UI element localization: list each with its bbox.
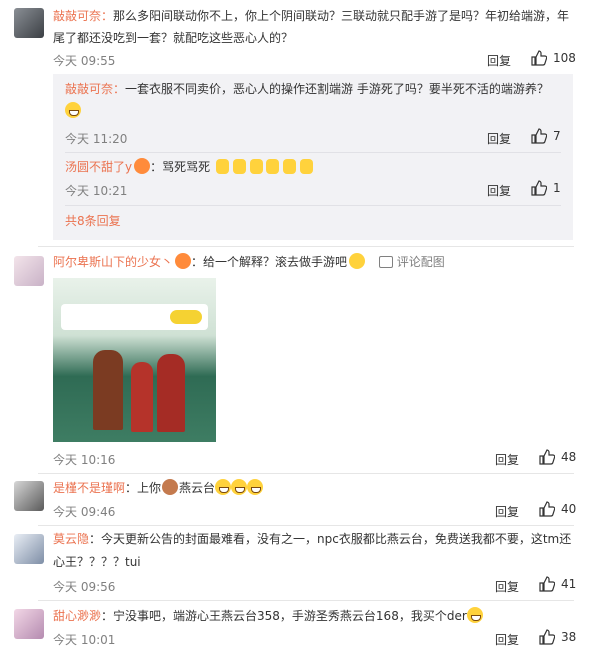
comment-picture-link[interactable]: 评论配图 (397, 255, 445, 269)
comment-text: 那么多阳间联动你不上，你上个阴间联动？三联动就只配手游了是吗？年初给端游，年尾了… (53, 9, 570, 45)
timestamp: 今天 10:16 (53, 453, 116, 467)
avatar[interactable] (14, 481, 44, 511)
comment-text: ：今天更新公告的封面最难看，没有之一，npc衣服都比燕云台，免费送我都不要，这t… (53, 532, 572, 569)
thumbs-up-icon (539, 576, 555, 592)
thumbs-up-icon (531, 128, 547, 144)
avatar[interactable] (14, 534, 44, 564)
comment-content: 莫云隐：今天更新公告的封面最难看，没有之一，npc衣服都比燕云台，免费送我都不要… (53, 528, 574, 574)
like-count: 40 (561, 502, 577, 516)
timestamp: 今天 10:21 (65, 184, 128, 198)
comment-content: 甜心渺渺：宁没事吧，端游心王燕云台358，手游圣秀燕云台168，我买个der (53, 605, 574, 627)
comment-content: 敲敲可奈：那么多阳间联动你不上，你上个阴间联动？三联动就只配手游了是吗？年初给端… (53, 5, 574, 49)
reply-button[interactable]: 回复 (495, 631, 519, 648)
like-count: 41 (561, 577, 577, 591)
divider (38, 473, 574, 474)
comment-meta: 今天 09:55 回复 108 (53, 48, 576, 70)
laugh-emoji-icon (466, 607, 483, 623)
user-name[interactable]: 是槿不是瑾啊 (53, 481, 125, 495)
comment-text: ：给一个解释？滚去做手游吧 (191, 255, 348, 269)
image-figure (93, 350, 123, 430)
smile-emoji-icon (349, 253, 366, 269)
picture-icon (378, 256, 393, 268)
comment-meta: 今天 10:01 回复 38 (53, 627, 576, 649)
avatar[interactable] (14, 609, 44, 639)
divider (38, 600, 574, 601)
avatar-emoji-icon (162, 479, 179, 495)
reply-box: 敲敲可奈：一套衣服不同卖价，恶心人的操作还割端游 手游死了吗？要半死不活的端游养… (53, 74, 573, 240)
user-name[interactable]: 甜心渺渺 (53, 609, 101, 623)
user-name[interactable]: 汤圆不甜了y (65, 160, 132, 174)
like-count: 7 (553, 129, 561, 143)
avatar[interactable] (14, 8, 44, 38)
sub-reply: 敲敲可奈：一套衣服不同卖价，恶心人的操作还割端游 手游死了吗？要半死不活的端游养… (65, 78, 561, 122)
vip-badge-icon (175, 253, 192, 269)
comment-content: 阿尔卑斯山下的少女丶 ：给一个解释？滚去做手游吧 评论配图 (53, 251, 574, 273)
like-button[interactable]: 40 (539, 501, 576, 517)
thumbs-emoji-icon (215, 159, 314, 174)
grin-emoji-icon (65, 102, 81, 118)
avatar[interactable] (14, 256, 44, 286)
reply-button[interactable]: 回复 (487, 182, 511, 199)
like-button[interactable]: 41 (539, 576, 576, 592)
more-replies-link[interactable]: 共8条回复 (65, 214, 121, 228)
thumbs-up-icon (539, 629, 555, 645)
thumbs-up-icon (539, 449, 555, 465)
more-replies: 共8条回复 (65, 212, 561, 229)
timestamp: 今天 09:46 (53, 505, 116, 519)
like-button[interactable]: 7 (531, 128, 561, 144)
divider (38, 525, 574, 526)
sub-reply: 汤圆不甜了y ：骂死骂死 (65, 156, 561, 178)
user-name[interactable]: 阿尔卑斯山下的少女丶 (53, 255, 173, 269)
like-button[interactable]: 38 (539, 629, 576, 645)
reply-button[interactable]: 回复 (487, 130, 511, 147)
comment-meta: 今天 09:56 回复 41 (53, 574, 576, 596)
thumbs-up-icon (531, 180, 547, 196)
user-name[interactable]: 莫云隐 (53, 532, 89, 546)
divider (65, 205, 561, 206)
comment-text: ：上你 (125, 481, 162, 495)
timestamp: 今天 10:01 (53, 633, 116, 647)
user-name[interactable]: 敲敲可奈： (65, 82, 125, 96)
divider (65, 152, 561, 153)
vip-badge-icon (134, 158, 151, 174)
like-count: 108 (553, 51, 576, 65)
like-count: 1 (553, 181, 561, 195)
thumbs-up-icon (539, 501, 555, 517)
timestamp: 今天 09:56 (53, 580, 116, 594)
sub-reply-meta: 今天 10:21 回复 1 (65, 178, 561, 200)
timestamp: 今天 09:55 (53, 54, 116, 68)
like-count: 38 (561, 630, 577, 644)
comment-meta: 今天 10:16 回复 48 (53, 447, 576, 469)
like-button[interactable]: 1 (531, 180, 561, 196)
like-count: 48 (561, 450, 577, 464)
reply-button[interactable]: 回复 (487, 52, 511, 69)
comment-content: 是槿不是瑾啊：上你 燕云台 (53, 477, 574, 499)
comment-text: ：宁没事吧，端游心王燕云台358，手游圣秀燕云台168，我买个der (101, 609, 467, 623)
user-name[interactable]: 敲敲可奈： (53, 9, 113, 23)
reply-text: 一套衣服不同卖价，恶心人的操作还割端游 手游死了吗？要半死不活的端游养？ (125, 82, 549, 96)
image-button (170, 310, 202, 324)
like-button[interactable]: 108 (531, 50, 576, 66)
sub-reply-meta: 今天 11:20 回复 7 (65, 126, 561, 148)
comment-image[interactable] (53, 278, 216, 442)
thumbs-up-icon (531, 50, 547, 66)
reply-button[interactable]: 回复 (495, 578, 519, 595)
comment-text-tail: 燕云台 (179, 481, 216, 495)
divider (38, 246, 574, 247)
like-button[interactable]: 48 (539, 449, 576, 465)
reply-button[interactable]: 回复 (495, 503, 519, 520)
image-figure (131, 362, 153, 432)
laugh-emoji-icon (215, 479, 264, 495)
reply-button[interactable]: 回复 (495, 451, 519, 468)
comment-meta: 今天 09:46 回复 40 (53, 499, 576, 521)
image-figure (157, 354, 185, 432)
timestamp: 今天 11:20 (65, 132, 128, 146)
reply-text: ：骂死骂死 (150, 160, 211, 174)
